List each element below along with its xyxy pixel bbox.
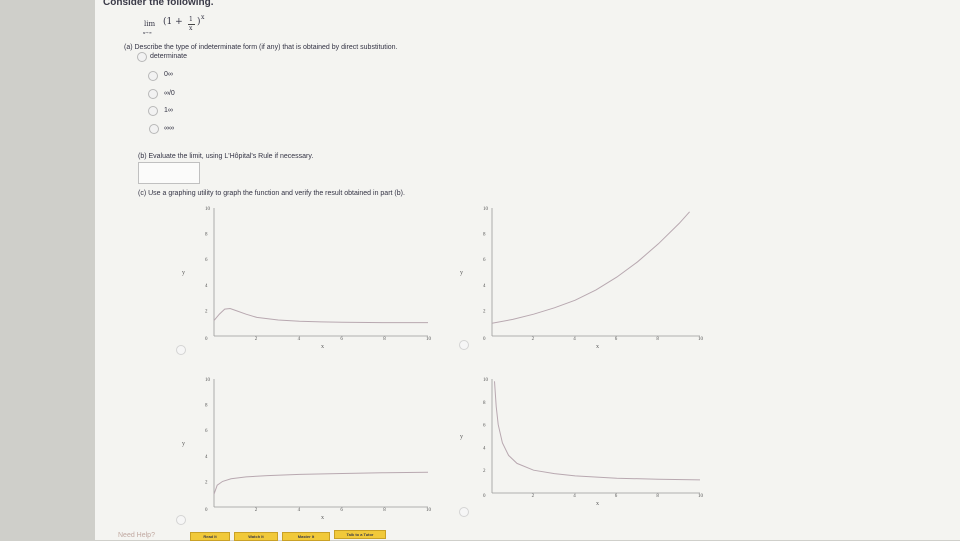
x-tick-label: 2 bbox=[532, 494, 535, 499]
y-tick-label: 10 bbox=[483, 378, 489, 383]
radio-graph-4[interactable] bbox=[459, 507, 469, 517]
y-axis-label: y bbox=[460, 434, 463, 440]
y-tick-label: 2 bbox=[483, 469, 486, 474]
talk-to-tutor-button[interactable]: Talk to a Tutor bbox=[334, 530, 386, 539]
x-tick-label: 10 bbox=[698, 494, 704, 499]
x-tick-label: 6 bbox=[615, 494, 618, 499]
y-tick-label: 4 bbox=[483, 446, 486, 451]
x-tick-label: 8 bbox=[656, 494, 659, 499]
y-tick-label: 6 bbox=[483, 424, 486, 429]
radio-graph-1[interactable] bbox=[176, 345, 186, 355]
y-tick-label: 8 bbox=[483, 401, 486, 406]
x-tick-label: 4 bbox=[573, 494, 576, 499]
radio-graph-2[interactable] bbox=[459, 340, 469, 350]
need-help-label: Need Help? bbox=[118, 532, 155, 539]
x-tick-label: 0 bbox=[483, 494, 486, 499]
graph-option-4: 0 2 4 6 8 10 2 4 6 8 10 y x bbox=[460, 378, 704, 507]
radio-graph-3[interactable] bbox=[176, 515, 186, 525]
x-axis-label: x bbox=[596, 501, 599, 507]
series-line bbox=[494, 381, 701, 481]
